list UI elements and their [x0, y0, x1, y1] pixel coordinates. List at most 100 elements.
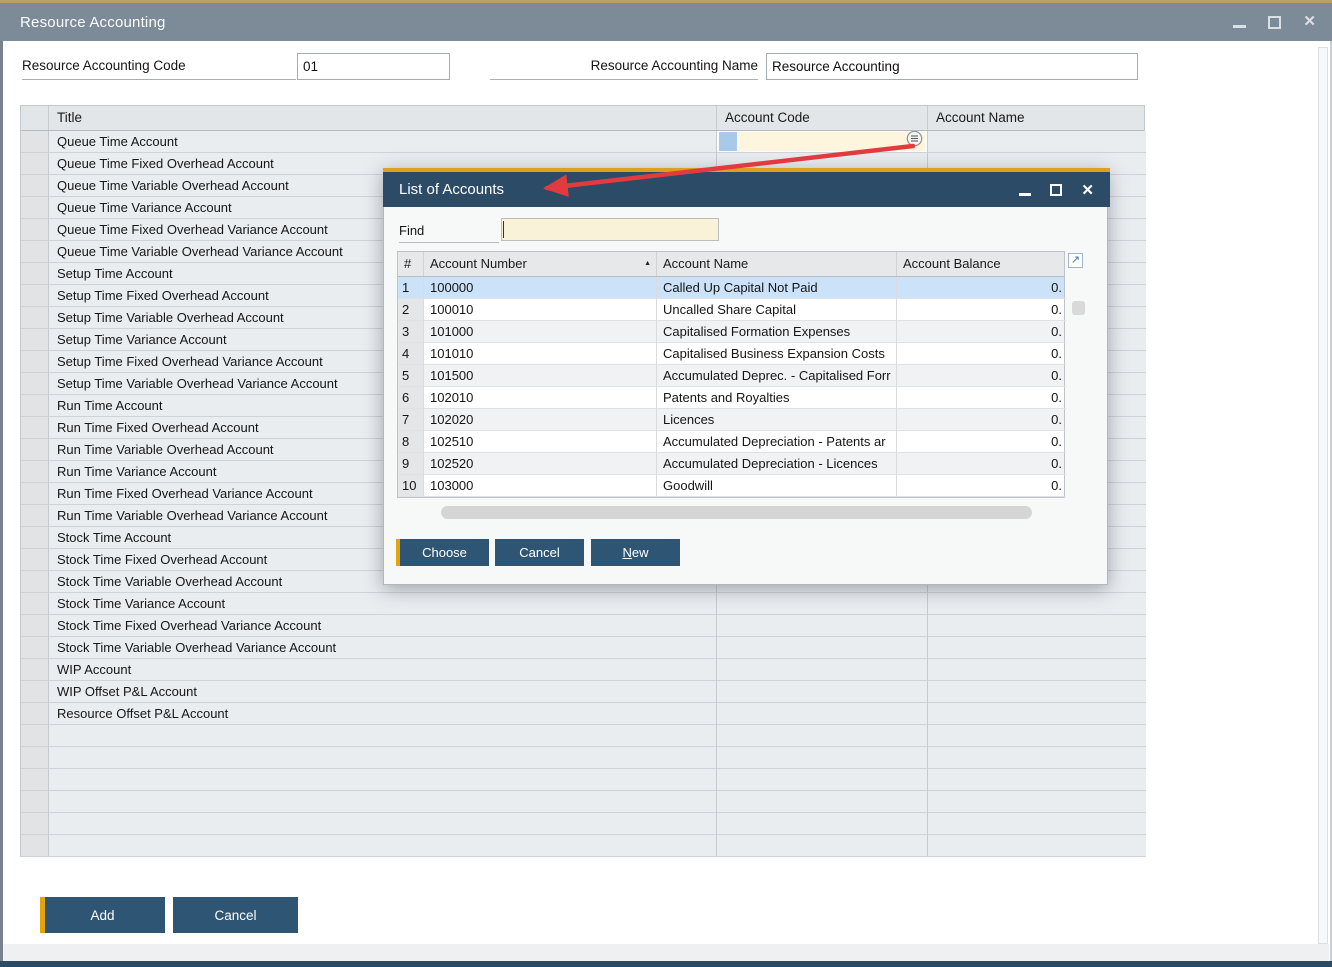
header-title[interactable]: Title	[49, 106, 717, 130]
account-name-cell[interactable]: Capitalised Business Expansion Costs	[657, 343, 897, 365]
account-number-cell[interactable]: 103000	[424, 475, 657, 497]
account-list-row[interactable]: 6102010Patents and Royalties0.	[398, 387, 1064, 409]
row-gutter-cell[interactable]	[21, 285, 49, 307]
row-account-name-cell[interactable]	[928, 131, 1146, 153]
main-table-row[interactable]: Stock Time Variable Overhead Variance Ac…	[21, 637, 1144, 659]
row-account-code-cell[interactable]	[717, 681, 928, 703]
row-account-name-cell[interactable]	[928, 637, 1146, 659]
row-gutter-cell[interactable]	[21, 351, 49, 373]
row-account-code-cell[interactable]	[717, 747, 928, 769]
row-gutter-cell[interactable]	[21, 505, 49, 527]
main-table-row[interactable]: WIP Offset P&L Account	[21, 681, 1144, 703]
account-balance-cell[interactable]: 0.	[897, 365, 1066, 387]
account-list-row[interactable]: 2100010Uncalled Share Capital0.	[398, 299, 1064, 321]
row-gutter-cell[interactable]	[21, 527, 49, 549]
account-number-cell[interactable]: 100000	[424, 277, 657, 299]
row-gutter-cell[interactable]	[21, 549, 49, 571]
row-account-name-cell[interactable]	[928, 615, 1146, 637]
row-title-cell[interactable]: Resource Offset P&L Account	[49, 703, 717, 725]
account-list-row[interactable]: 7102020Licences0.	[398, 409, 1064, 431]
main-table-row[interactable]	[21, 725, 1144, 747]
dialog-vertical-scrollbar-thumb[interactable]	[1072, 301, 1085, 315]
row-account-name-cell[interactable]	[928, 835, 1146, 857]
row-number-cell[interactable]: 10	[398, 475, 424, 497]
footer-cancel-button[interactable]: Cancel	[173, 897, 298, 933]
account-name-cell[interactable]: Accumulated Deprec. - Capitalised Forr	[657, 365, 897, 387]
account-code-input[interactable]	[739, 132, 925, 151]
row-title-cell[interactable]	[49, 725, 717, 747]
resource-accounting-code-input[interactable]	[297, 53, 450, 80]
row-gutter-cell[interactable]	[21, 395, 49, 417]
row-title-cell[interactable]: WIP Account	[49, 659, 717, 681]
account-number-cell[interactable]: 102510	[424, 431, 657, 453]
account-balance-cell[interactable]: 0.	[897, 299, 1066, 321]
account-balance-cell[interactable]: 0.	[897, 277, 1066, 299]
find-input[interactable]	[501, 218, 719, 241]
row-account-name-cell[interactable]	[928, 813, 1146, 835]
row-title-cell[interactable]	[49, 813, 717, 835]
row-account-code-cell[interactable]	[717, 637, 928, 659]
row-account-code-cell[interactable]	[717, 769, 928, 791]
row-gutter-cell[interactable]	[21, 571, 49, 593]
header-account-name[interactable]: Account Name	[657, 252, 897, 276]
choose-from-list-icon[interactable]	[906, 131, 923, 153]
account-number-cell[interactable]: 100010	[424, 299, 657, 321]
row-account-code-cell[interactable]	[717, 593, 928, 615]
row-gutter-cell[interactable]	[21, 373, 49, 395]
row-title-cell[interactable]: Stock Time Variance Account	[49, 593, 717, 615]
row-number-cell[interactable]: 8	[398, 431, 424, 453]
account-number-cell[interactable]: 101000	[424, 321, 657, 343]
row-number-cell[interactable]: 2	[398, 299, 424, 321]
row-account-code-cell[interactable]	[717, 835, 928, 857]
account-name-cell[interactable]: Accumulated Depreciation - Patents ar	[657, 431, 897, 453]
header-account-balance[interactable]: Account Balance	[897, 252, 1066, 276]
row-gutter-cell[interactable]	[21, 219, 49, 241]
account-name-cell[interactable]: Patents and Royalties	[657, 387, 897, 409]
dialog-minimize-icon[interactable]	[1019, 193, 1031, 196]
row-gutter-cell[interactable]	[21, 175, 49, 197]
row-account-name-cell[interactable]	[928, 769, 1146, 791]
row-number-cell[interactable]: 7	[398, 409, 424, 431]
row-title-cell[interactable]: Stock Time Fixed Overhead Variance Accou…	[49, 615, 717, 637]
main-table-row[interactable]: Stock Time Variance Account	[21, 593, 1144, 615]
row-title-cell[interactable]: WIP Offset P&L Account	[49, 681, 717, 703]
account-list-row[interactable]: 5101500Accumulated Deprec. - Capitalised…	[398, 365, 1064, 387]
row-gutter-cell[interactable]	[21, 197, 49, 219]
row-gutter-cell[interactable]	[21, 769, 49, 791]
account-name-cell[interactable]: Uncalled Share Capital	[657, 299, 897, 321]
main-table-row[interactable]	[21, 813, 1144, 835]
account-balance-cell[interactable]: 0.	[897, 321, 1066, 343]
account-list-row[interactable]: 1100000Called Up Capital Not Paid0.	[398, 277, 1064, 299]
account-number-cell[interactable]: 102520	[424, 453, 657, 475]
row-number-cell[interactable]: 3	[398, 321, 424, 343]
main-table-row[interactable]: Stock Time Fixed Overhead Variance Accou…	[21, 615, 1144, 637]
row-account-code-cell[interactable]	[717, 725, 928, 747]
row-number-cell[interactable]: 1	[398, 277, 424, 299]
account-balance-cell[interactable]: 0.	[897, 409, 1066, 431]
row-account-name-cell[interactable]	[928, 593, 1146, 615]
row-gutter-cell[interactable]	[21, 263, 49, 285]
main-table-row[interactable]	[21, 769, 1144, 791]
account-number-cell[interactable]: 101500	[424, 365, 657, 387]
row-gutter-cell[interactable]	[21, 131, 49, 153]
row-gutter-cell[interactable]	[21, 593, 49, 615]
header-row-number[interactable]: #	[398, 252, 424, 276]
row-account-name-cell[interactable]	[928, 791, 1146, 813]
row-gutter-cell[interactable]	[21, 241, 49, 263]
row-account-code-cell[interactable]	[717, 703, 928, 725]
row-gutter-cell[interactable]	[21, 439, 49, 461]
resource-accounting-name-input[interactable]	[766, 53, 1138, 80]
sort-ascending-icon[interactable]: ▲	[644, 260, 651, 268]
account-name-cell[interactable]: Capitalised Formation Expenses	[657, 321, 897, 343]
row-title-cell[interactable]	[49, 769, 717, 791]
row-account-code-cell[interactable]	[717, 659, 928, 681]
main-table-row[interactable]	[21, 835, 1144, 857]
row-gutter-cell[interactable]	[21, 329, 49, 351]
row-gutter-cell[interactable]	[21, 461, 49, 483]
dialog-cancel-button[interactable]: Cancel	[495, 539, 584, 566]
header-account-number[interactable]: Account Number ▲	[424, 252, 657, 276]
account-list-row[interactable]: 10103000Goodwill0.	[398, 475, 1064, 497]
row-gutter-cell[interactable]	[21, 153, 49, 175]
header-account-code[interactable]: Account Code	[717, 106, 928, 130]
row-gutter-cell[interactable]	[21, 813, 49, 835]
